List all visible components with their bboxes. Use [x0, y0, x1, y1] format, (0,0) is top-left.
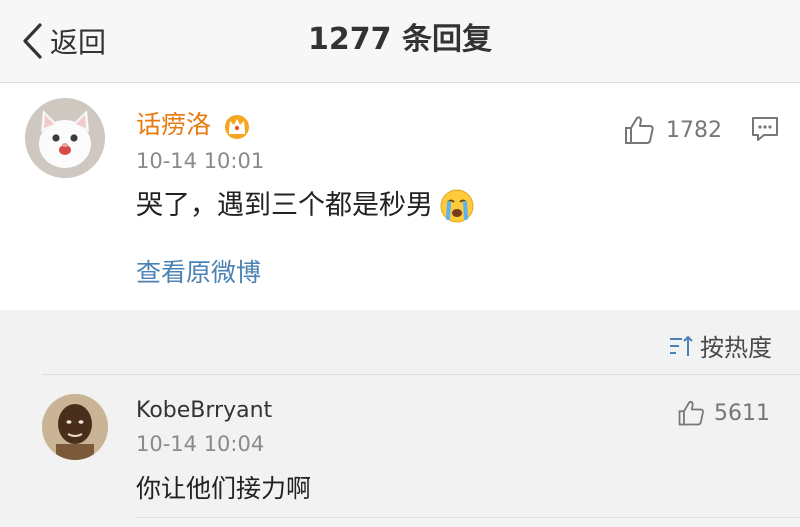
original-post-card: 话痨洛 10-14 10:01 哭了，遇到三个都是秒男 查看原微博 1782	[0, 83, 800, 310]
top-nav-bar: 返回 1277 条回复	[0, 0, 800, 83]
sort-by-hot-button[interactable]: 按热度	[668, 328, 772, 363]
post-content: 哭了，遇到三个都是秒男	[136, 187, 475, 225]
divider	[136, 517, 800, 518]
crying-emoji-icon	[440, 189, 474, 223]
post-text: 哭了，遇到三个都是秒男	[136, 190, 433, 221]
post-username[interactable]: 话痨洛	[136, 109, 211, 141]
comment-icon[interactable]	[750, 115, 780, 143]
sort-icon	[670, 335, 693, 356]
avatar[interactable]	[42, 394, 108, 460]
view-original-link[interactable]: 查看原微博	[136, 253, 261, 289]
avatar[interactable]	[25, 98, 105, 178]
sort-row: 按热度	[0, 310, 800, 376]
page-title: 1277 条回复	[308, 22, 492, 57]
kid-avatar-image	[42, 394, 108, 460]
post-like-count: 1782	[666, 117, 722, 143]
thumbs-up-icon	[625, 116, 654, 144]
cat-avatar-image	[25, 98, 105, 178]
sort-label: 按热度	[700, 334, 772, 362]
post-like-button[interactable]: 1782	[622, 113, 722, 147]
reply-timestamp: 10-14 10:04	[136, 432, 265, 456]
crown-badge-icon	[225, 115, 249, 139]
reply-username[interactable]: KobeBrryant	[136, 398, 272, 423]
reply-like-button[interactable]: 5611	[676, 398, 770, 428]
post-timestamp: 10-14 10:01	[136, 149, 265, 173]
reply-item: KobeBrryant 10-14 10:04 你让他们接力啊 5611	[0, 376, 800, 527]
thumbs-up-icon	[678, 400, 704, 426]
reply-like-count: 5611	[714, 400, 770, 426]
reply-content: 你让他们接力啊	[136, 474, 312, 503]
divider	[42, 374, 800, 375]
